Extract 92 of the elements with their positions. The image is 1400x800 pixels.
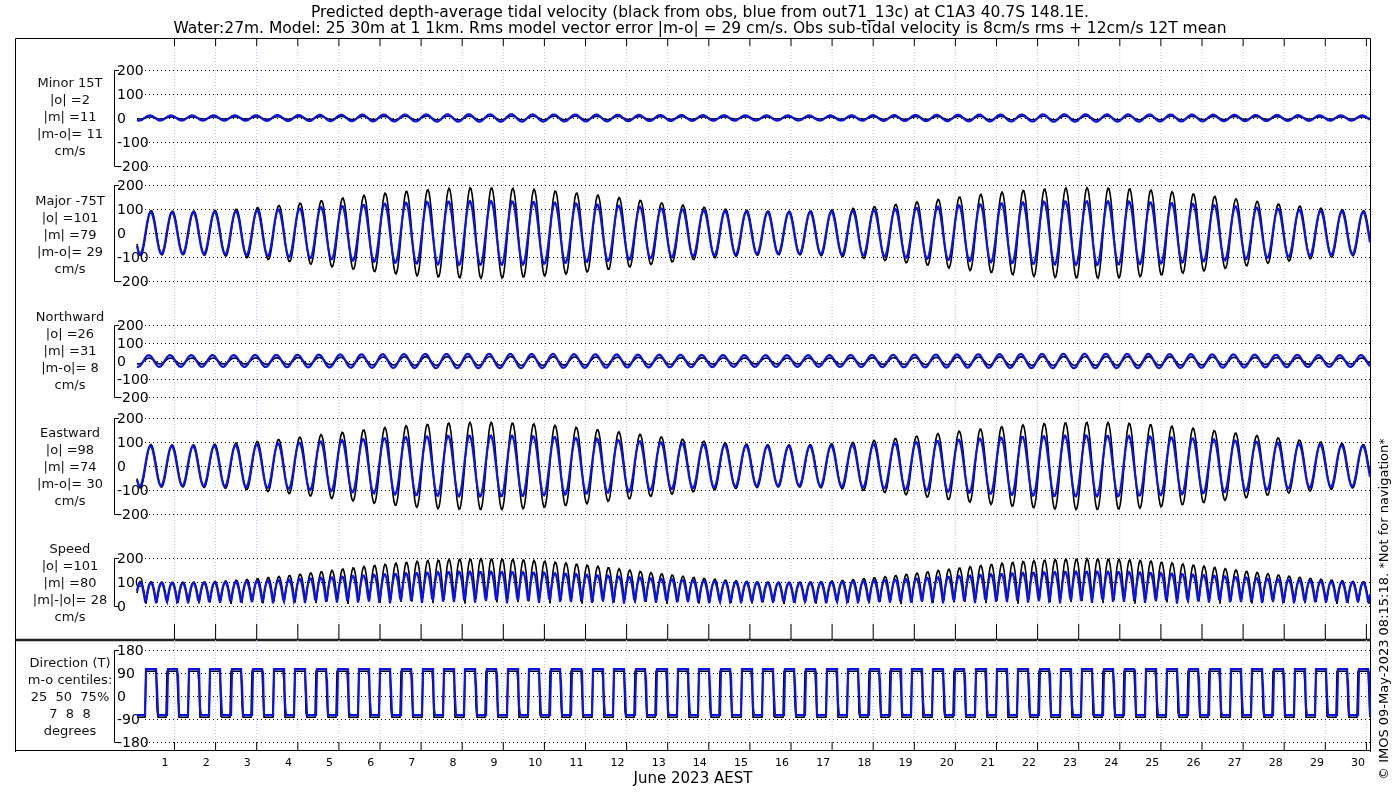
y-tick-label: -200 — [117, 273, 149, 289]
x-tick-label: 16 — [775, 756, 790, 769]
panel-label: |o| =101 — [41, 558, 99, 573]
x-tick-label: 10 — [528, 756, 543, 769]
panel-label: |o| =101 — [41, 210, 99, 225]
x-tick-label: 25 — [1145, 756, 1160, 769]
panel-label: |o| =2 — [50, 92, 90, 107]
panel-label: |m| =79 — [43, 227, 97, 242]
x-tick-label: 26 — [1186, 756, 1201, 769]
credit-note: © IMOS 09-May-2023 08:15:18. *Not for navigation* — [1376, 438, 1391, 780]
x-tick-label: 28 — [1268, 756, 1283, 769]
x-tick-label: 1 — [161, 756, 169, 769]
panel-label: |m| =74 — [43, 459, 97, 474]
y-tick-label: 0 — [117, 598, 126, 614]
y-tick-label: -100 — [117, 371, 149, 387]
x-tick-label: 30 — [1351, 756, 1366, 769]
y-tick-label: 180 — [117, 642, 144, 658]
panel-label: |o| =98 — [45, 442, 95, 457]
panel-label: Northward — [35, 309, 105, 324]
x-tick-label: 18 — [857, 756, 872, 769]
y-tick-label: -200 — [117, 506, 149, 522]
y-tick-label: -200 — [117, 389, 149, 405]
x-tick-label: 14 — [692, 756, 707, 769]
x-tick-label: 6 — [367, 756, 375, 769]
panel-label: cm/s — [54, 143, 86, 158]
x-tick-label: 29 — [1309, 756, 1324, 769]
panel-label: cm/s — [54, 493, 86, 508]
y-tick-label: 0 — [117, 110, 126, 126]
panel-label: cm/s — [54, 261, 86, 276]
panel-label: |m| =11 — [43, 109, 97, 124]
x-tick-label: 22 — [1021, 756, 1036, 769]
x-tick-label: 23 — [1063, 756, 1078, 769]
x-tick-label: 27 — [1227, 756, 1242, 769]
x-tick-label: 3 — [243, 756, 251, 769]
y-axis — [114, 558, 120, 607]
x-tick-label: 20 — [939, 756, 954, 769]
y-tick-label: 200 — [117, 62, 144, 78]
x-tick-label: 9 — [490, 756, 498, 769]
chart-subtitle: Water:27m. Model: 25 30m at 1 1km. Rms model vector error |m-o| = 29 cm/s. Obs sub-tidal velocity is 8cm/s rms + 12cm/s 12T mean — [173, 19, 1227, 37]
panel-label: cm/s — [54, 377, 86, 392]
panel-label: |m-o|= 30 — [37, 476, 103, 491]
x-tick-label: 24 — [1104, 756, 1119, 769]
y-tick-label: -90 — [117, 711, 140, 727]
y-tick-label: -100 — [117, 134, 149, 150]
y-tick-label: 200 — [117, 550, 144, 566]
x-tick-label: 7 — [408, 756, 416, 769]
y-tick-label: -100 — [117, 482, 149, 498]
panel-label: cm/s — [54, 609, 86, 624]
x-tick-label: 12 — [610, 756, 625, 769]
y-tick-label: 90 — [117, 665, 135, 681]
x-axis-label: June 2023 AEST — [633, 769, 753, 787]
x-tick-label: 19 — [898, 756, 913, 769]
y-tick-label: 200 — [117, 177, 144, 193]
y-tick-label: -200 — [117, 158, 149, 174]
y-tick-label: 0 — [117, 688, 126, 704]
x-tick-label: 11 — [569, 756, 584, 769]
x-tick-label: 2 — [202, 756, 210, 769]
y-tick-label: 200 — [117, 317, 144, 333]
y-tick-label: 0 — [117, 353, 126, 369]
panel-label: Major -75T — [35, 193, 105, 208]
panel-label: 7 8 8 — [49, 706, 91, 721]
x-tick-label: 13 — [651, 756, 666, 769]
panel-label: degrees — [43, 723, 97, 738]
y-tick-label: 100 — [117, 335, 144, 351]
panel-label: Minor 15T — [37, 75, 103, 90]
panel-label: Direction (T) — [29, 655, 111, 670]
y-tick-label: 0 — [117, 225, 126, 241]
y-tick-label: 100 — [117, 201, 144, 217]
panel-label: 25 50 75% — [30, 689, 110, 704]
x-tick-label: 15 — [733, 756, 748, 769]
panel-label: Speed — [49, 541, 91, 556]
panel-label: |m-o|= 8 — [41, 360, 99, 375]
panel-label: |m| =31 — [43, 343, 97, 358]
y-tick-label: 0 — [117, 458, 126, 474]
panel-label: |m|-|o|= 28 — [32, 592, 108, 607]
y-tick-label: -180 — [117, 734, 149, 750]
x-tick-label: 5 — [326, 756, 334, 769]
x-tick-label: 17 — [816, 756, 831, 769]
x-tick-label: 4 — [284, 756, 292, 769]
y-tick-label: -100 — [117, 249, 149, 265]
panel-label: |m-o|= 29 — [37, 244, 103, 259]
panel-label: |m-o|= 11 — [37, 126, 103, 141]
x-tick-label: 8 — [449, 756, 457, 769]
y-tick-label: 100 — [117, 434, 144, 450]
y-tick-label: 100 — [117, 86, 144, 102]
panel-label: |m| =80 — [43, 575, 97, 590]
x-tick-label: 21 — [980, 756, 995, 769]
panel-label: Eastward — [40, 425, 100, 440]
chart-title: Predicted depth-average tidal velocity (black from obs, blue from out71_13c) at C1A3 40.7S 148.1E. — [310, 3, 1090, 21]
y-tick-label: 200 — [117, 410, 144, 426]
panel-label: |o| =26 — [45, 326, 95, 341]
panel-label: m-o centiles: — [27, 672, 113, 687]
